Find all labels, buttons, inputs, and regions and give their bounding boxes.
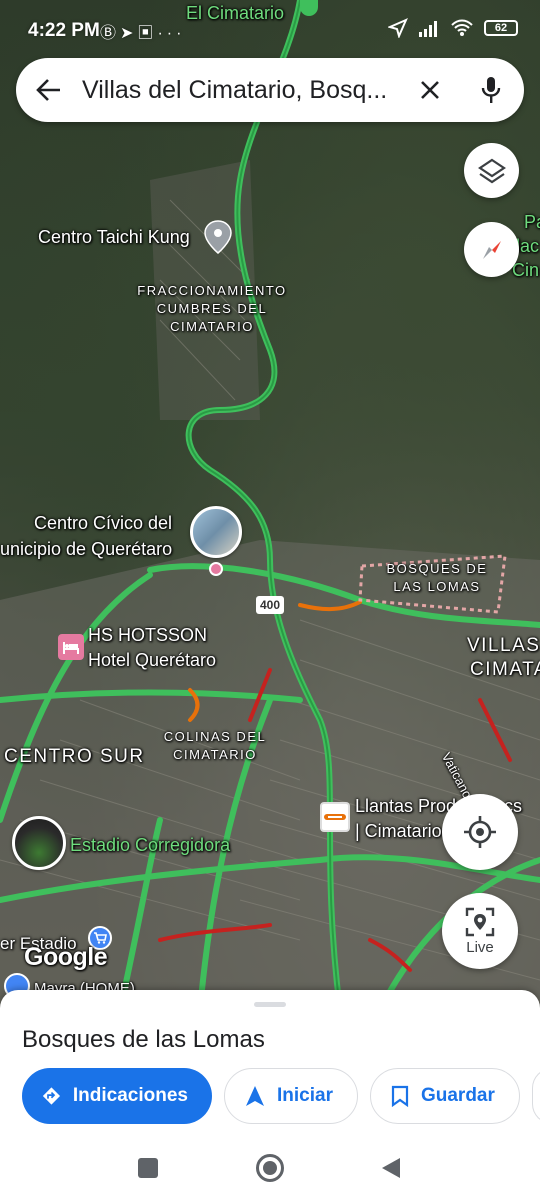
road-shield-400: 400	[256, 596, 284, 614]
more-dots-icon: ···	[157, 25, 186, 42]
label-colinas-del-cimatario[interactable]: COLINAS DEL CIMATARIO	[160, 728, 270, 764]
search-bar[interactable]: Villas del Cimatario, Bosq...	[16, 58, 524, 122]
label-llantas-cimatario[interactable]: | Cimatario	[355, 821, 442, 842]
back-arrow-icon	[36, 79, 60, 101]
label-fraccionamiento[interactable]: FRACCIONAMIENTO CUMBRES DEL CIMATARIO	[136, 282, 288, 336]
label-llantas[interactable]: Llantas Prod	[355, 796, 456, 817]
hotel-icon[interactable]	[58, 634, 84, 660]
layers-icon	[477, 158, 506, 183]
status-time: 4:22 PM	[28, 20, 100, 41]
centro-civico-photo-pin[interactable]	[190, 506, 242, 558]
save-label: Guardar	[420, 1085, 495, 1106]
label-edge-lac[interactable]: lac	[516, 236, 539, 257]
live-view-icon	[465, 907, 495, 936]
place-actions: Indicaciones Iniciar Guardar	[22, 1068, 540, 1124]
save-button[interactable]: Guardar	[369, 1068, 520, 1124]
label-cimata[interactable]: CIMATA	[470, 659, 540, 681]
home-button[interactable]	[256, 1154, 284, 1182]
clear-button[interactable]	[402, 80, 458, 100]
close-icon	[421, 81, 439, 99]
label-taichi[interactable]: Centro Taichi Kung	[38, 227, 190, 248]
label-centro-sur[interactable]: CENTRO SUR	[4, 746, 145, 768]
search-query[interactable]: Villas del Cimatario, Bosq...	[82, 76, 402, 105]
map-pin-icon[interactable]	[204, 220, 232, 254]
battery-icon: 62	[484, 20, 518, 36]
live-label: Live	[466, 938, 494, 956]
signal-icon	[419, 21, 437, 37]
place-title: Bosques de las Lomas	[22, 1026, 265, 1053]
tire-shop-icon[interactable]	[320, 802, 350, 832]
directions-label: Indicaciones	[72, 1085, 188, 1106]
label-hotsson[interactable]: HS HOTSSON	[88, 625, 207, 646]
label-edge-cin[interactable]: Cin	[512, 260, 539, 281]
location-arrow-icon	[388, 18, 408, 38]
status-bar: 4:22 PM Ⓑ➤▣··· 62	[0, 0, 540, 60]
status-notification-icons: Ⓑ➤▣···	[100, 19, 185, 43]
back-nav-button[interactable]	[380, 1156, 402, 1180]
notification-b-icon: Ⓑ	[100, 25, 121, 42]
telegram-icon: ➤	[120, 25, 138, 42]
sheet-drag-handle[interactable]	[254, 1002, 286, 1007]
label-centro-civico[interactable]: Centro Cívico del	[34, 513, 172, 534]
directions-icon	[42, 1087, 61, 1105]
label-municipio[interactable]: unicipio de Querétaro	[0, 539, 172, 560]
crosshair-icon	[464, 816, 496, 848]
label-bosques-de-las-lomas[interactable]: BOSQUES DE LAS LOMAS	[382, 560, 492, 596]
home-dot-icon	[263, 1161, 277, 1175]
label-edge-pa[interactable]: Pa	[524, 212, 540, 233]
more-actions-button[interactable]	[531, 1068, 540, 1124]
wifi-icon	[451, 19, 473, 36]
label-estadio-corregidora[interactable]: Estadio Corregidora	[70, 835, 230, 856]
bookmark-icon	[391, 1085, 409, 1107]
label-villas[interactable]: VILLAS	[467, 635, 540, 657]
start-button[interactable]: Iniciar	[224, 1068, 358, 1124]
voice-search-button[interactable]	[458, 76, 524, 104]
live-view-button[interactable]: Live	[442, 893, 518, 969]
poi-dot-icon	[209, 562, 223, 576]
label-hotel-queretaro[interactable]: Hotel Querétaro	[88, 650, 216, 671]
chat-icon: ▣	[137, 25, 158, 42]
my-location-button[interactable]	[442, 794, 518, 870]
compass-button[interactable]	[464, 222, 519, 277]
layers-button[interactable]	[464, 143, 519, 198]
directions-button[interactable]: Indicaciones	[22, 1068, 212, 1124]
start-label: Iniciar	[277, 1085, 333, 1106]
compass-icon	[482, 240, 501, 259]
recents-button[interactable]	[138, 1158, 158, 1178]
system-nav-bar	[0, 1140, 540, 1200]
microphone-icon	[481, 77, 501, 103]
navigation-arrow-icon	[246, 1086, 264, 1106]
google-watermark: Google	[24, 943, 108, 971]
estadio-photo-pin[interactable]	[12, 816, 66, 870]
back-button[interactable]	[16, 78, 82, 102]
